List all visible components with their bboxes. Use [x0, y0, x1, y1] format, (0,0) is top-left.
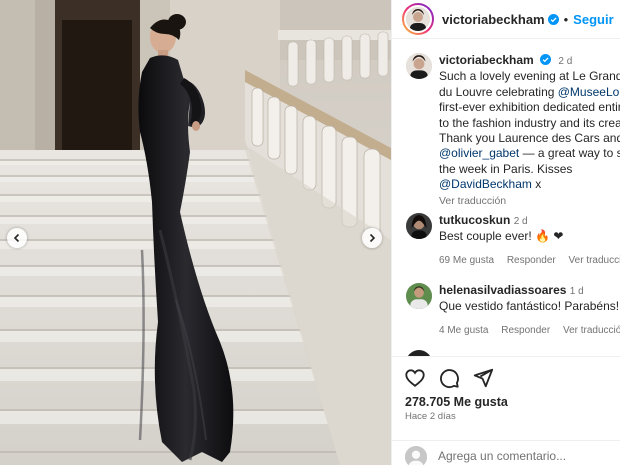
header-avatar[interactable] — [402, 3, 434, 35]
avatar-image — [406, 53, 432, 79]
comment-username[interactable]: helenasilvadiassoares — [439, 283, 566, 297]
photo-illustration — [0, 0, 391, 465]
post-age: Hace 2 días — [405, 411, 456, 422]
caption-line: du Louvre celebrating @MuseeLouv — [439, 85, 620, 100]
header-username[interactable]: victoriabeckham — [442, 12, 545, 27]
comment-body: helenasilvadiassoares 1 d Que vestido fa… — [439, 283, 620, 338]
follow-button[interactable]: Seguir — [573, 12, 613, 27]
action-icons — [404, 367, 494, 389]
verified-badge-icon — [540, 54, 552, 65]
post-photo[interactable] — [0, 0, 391, 465]
reply-button[interactable]: Responder — [507, 255, 556, 266]
reply-button[interactable]: Responder — [501, 325, 550, 336]
add-comment-bar — [392, 440, 620, 465]
caption-line: the week in Paris. Kisses — [439, 161, 573, 176]
comment-username[interactable]: tutkucoskun — [439, 213, 510, 227]
caption-line: @olivier_gabet — a great way to sta — [439, 146, 620, 161]
comment-likes[interactable]: 69 Me gusta — [439, 255, 494, 266]
comment-text: Best couple ever! 🔥 ❤ — [439, 229, 564, 244]
heart-icon[interactable] — [404, 367, 426, 389]
comments-list[interactable]: victoriabeckham 2 d Such a lovely evenin… — [392, 39, 620, 356]
chevron-right-icon — [369, 233, 376, 243]
avatar-image — [406, 7, 430, 31]
post-header: victoriabeckham • Seguir — [392, 0, 620, 39]
post-footer: 278.705 Me gusta Hace 2 días — [392, 356, 620, 465]
comment-icon[interactable] — [438, 367, 460, 389]
caption-line: to the fashion industry and its creati — [439, 115, 620, 130]
chevron-left-icon — [13, 233, 20, 243]
mention-link[interactable]: @MuseeLouv — [558, 85, 620, 99]
previous-image-button[interactable] — [7, 228, 27, 248]
caption-body: victoriabeckham 2 d Such a lovely evenin… — [439, 53, 620, 209]
next-image-button[interactable] — [362, 228, 382, 248]
mention-link[interactable]: @DavidBeckham — [439, 177, 532, 191]
caption-username[interactable]: victoriabeckham — [439, 53, 534, 67]
caption-text: x — [531, 177, 542, 192]
default-avatar-icon — [405, 446, 427, 465]
avatar-image — [406, 213, 432, 239]
comment-avatar[interactable] — [406, 213, 432, 239]
caption-line: first-ever exhibition dedicated entire — [439, 100, 620, 115]
comment-actions: 69 Me gusta Responder Ver traducción — [439, 253, 620, 268]
current-user-avatar — [405, 446, 427, 465]
avatar-image — [406, 283, 432, 309]
comment-input[interactable] — [438, 449, 618, 463]
comment-actions: 4 Me gusta Responder Ver traducción — [439, 323, 620, 338]
caption-line: Thank you Laurence des Cars and — [439, 131, 620, 146]
comment-time: 2 d — [513, 216, 528, 227]
header-separator: • — [563, 11, 569, 27]
caption-time: 2 d — [558, 56, 573, 67]
comment-text: Que vestido fantástico! Parabéns! — [439, 299, 620, 314]
comment-body: tutkucoskun 2 d Best couple ever! 🔥 ❤ 69… — [439, 213, 620, 268]
share-icon[interactable] — [472, 367, 494, 389]
likes-count[interactable]: 278.705 Me gusta — [405, 395, 508, 409]
caption-avatar[interactable] — [406, 53, 432, 79]
caption-text: — a great way to sta — [522, 146, 620, 161]
caption-line: Such a lovely evening at Le Grand D — [439, 69, 620, 84]
instagram-post-modal: victoriabeckham • Seguir victoriabeckham… — [0, 0, 620, 465]
post-side-panel: victoriabeckham • Seguir victoriabeckham… — [391, 0, 620, 465]
comment-time: 1 d — [569, 286, 584, 297]
see-translation-link[interactable]: Ver traducción — [569, 255, 620, 266]
see-translation-link[interactable]: Ver traducción — [563, 325, 620, 336]
comment-avatar[interactable] — [406, 283, 432, 309]
caption-line: @DavidBeckham x — [439, 177, 620, 192]
see-translation-link[interactable]: Ver traducción — [439, 194, 620, 209]
mention-link[interactable]: @olivier_gabet — [439, 146, 519, 160]
verified-badge-icon — [547, 13, 559, 25]
caption-text: du Louvre celebrating — [439, 84, 558, 99]
comment-likes[interactable]: 4 Me gusta — [439, 325, 488, 336]
